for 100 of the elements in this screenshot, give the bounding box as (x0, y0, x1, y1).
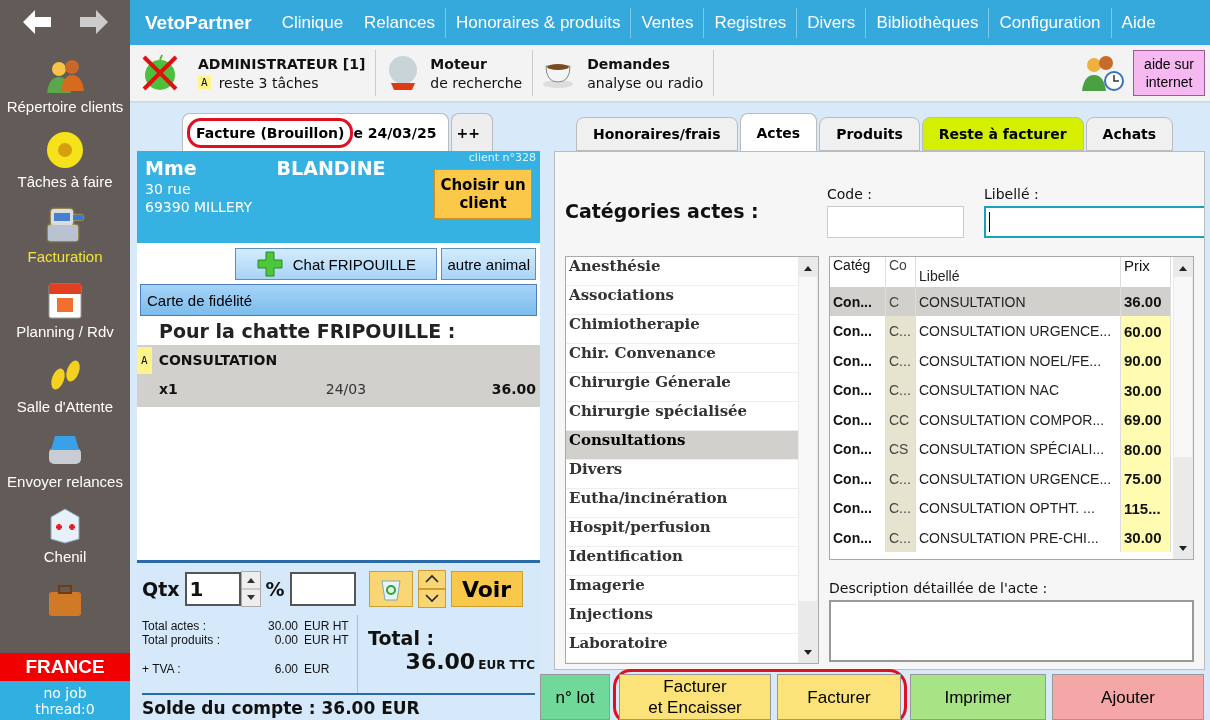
sidebar-item[interactable]: Répertoire clients (6, 55, 124, 122)
sidebar-item[interactable]: Salle d'Attente (16, 355, 114, 422)
table-row[interactable]: Con... C... CONSULTATION PRE-CHI... 30.00 (830, 522, 1173, 553)
categories-heading: Catégories actes : (565, 199, 760, 224)
line-quantity: x1 (159, 381, 178, 397)
percent-label: % (265, 578, 285, 600)
client-number: client n°328 (468, 151, 536, 164)
table-row[interactable]: Con... C... CONSULTATION NAC 30.00 (830, 375, 1173, 405)
sidebar-item[interactable]: Envoyer relances (7, 430, 123, 497)
section-tab[interactable]: Actes (739, 112, 818, 151)
scrollbar[interactable] (1173, 256, 1193, 559)
table-row[interactable]: Con... C CONSULTATION 36.00 (830, 286, 1173, 317)
task-badge: A (198, 76, 211, 89)
task-count: reste 3 tâches (218, 74, 319, 91)
back-arrow-icon[interactable] (22, 10, 51, 34)
line-date: 24/03 (325, 381, 367, 397)
client-address: 30 rue (145, 181, 192, 197)
help-online-button[interactable]: aide sur internet (1133, 50, 1205, 96)
label-field[interactable] (984, 205, 1204, 238)
animal-button[interactable]: Chat FRIPOUILLE (235, 248, 438, 280)
search-engine-title[interactable]: Moteur (430, 55, 523, 72)
app-brand: VetoPartner (145, 11, 252, 34)
line-amount: 36.00 (491, 381, 536, 397)
table-cell: Con... (830, 286, 886, 317)
column-header[interactable]: Catég (830, 256, 886, 287)
table-cell: CS (886, 434, 916, 464)
quantity-field[interactable]: 1 (184, 572, 241, 606)
total-unit: EUR (304, 662, 330, 676)
calendar-icon (45, 280, 85, 320)
table-row[interactable]: Con... C... CONSULTATION URGENCE... 60.00 (830, 316, 1173, 346)
total-unit: EUR HT (304, 633, 349, 647)
total-amount: 6.00 (273, 662, 298, 676)
loyalty-card-button[interactable]: Carte de fidélité (140, 284, 537, 316)
action-button[interactable]: Ajouter (1052, 674, 1204, 720)
grand-total-label: Total : (368, 627, 436, 649)
column-header[interactable]: Co (886, 256, 916, 287)
table-cell: 90.00 (1121, 345, 1171, 376)
table-cell: C... (886, 345, 916, 376)
description-label: Description détaillée de l'acte : (829, 579, 1049, 596)
total-label: Total produits : (142, 633, 222, 647)
table-cell: C... (886, 493, 916, 523)
table-cell: C... (886, 463, 916, 494)
line-badge: A (137, 346, 152, 374)
table-row[interactable]: Con... CS CONSULTATION SPÉCIALI... 80.00 (830, 434, 1173, 464)
section-tab[interactable]: Honoraires/frais (576, 116, 738, 151)
percent-field[interactable] (289, 572, 356, 606)
table-cell: 36.00 (1121, 286, 1171, 317)
grand-total-amount: 36.00 (405, 649, 476, 674)
recycle-bin-icon (379, 577, 402, 601)
code-field[interactable] (827, 205, 964, 238)
line-name: CONSULTATION (158, 352, 278, 368)
action-button[interactable]: Imprimer (910, 674, 1046, 720)
user-name: ADMINISTRATEUR [1] (198, 55, 366, 72)
code-label: Code : (827, 185, 873, 202)
flower-icon (45, 130, 85, 170)
label-field-label: Libellé : (984, 185, 1040, 202)
action-button[interactable]: Facturer (777, 674, 901, 720)
up-down-arrows-icon[interactable] (417, 570, 446, 608)
total-amount: 0.00 (273, 633, 298, 647)
table-cell: C (886, 286, 916, 317)
client-address: 69390 MILLERY (145, 199, 253, 215)
table-cell: C... (886, 522, 916, 553)
view-button[interactable]: Voir (450, 571, 523, 607)
search-engine-subtitle: de recherche (430, 74, 523, 91)
section-tab[interactable]: Achats (1085, 116, 1174, 151)
action-button[interactable]: n° lot (540, 674, 610, 720)
section-tab[interactable]: Reste à facturer (921, 116, 1084, 151)
section-tab[interactable]: Produits (819, 116, 920, 151)
requests-title[interactable]: Demandes (587, 55, 704, 72)
spinner-icon[interactable] (240, 571, 261, 607)
invoice-tab[interactable]: Facture (Brouillon) e 24/03/25 (182, 113, 450, 151)
category-item[interactable]: Consultations (566, 430, 798, 460)
table-cell: CONSULTATION (916, 286, 1121, 317)
table-row[interactable]: Con... CC CONSULTATION COMPOR... 69.00 (830, 404, 1173, 435)
users-clock-icon[interactable] (1081, 53, 1125, 93)
total-label: Total actes : (142, 619, 208, 633)
table-row[interactable]: Con... C... CONSULTATION OPTHT. ... 115... (830, 493, 1173, 523)
scrollbar[interactable] (798, 256, 818, 663)
sidebar-item[interactable]: Tâches à faire (17, 130, 113, 197)
forward-arrow-icon[interactable] (79, 10, 108, 34)
choose-client-button[interactable]: Choisir un client (434, 169, 532, 219)
grand-total-unit: EUR TTC (478, 658, 535, 672)
sidebar-item[interactable]: Chenil (43, 505, 87, 572)
description-field[interactable] (829, 599, 1194, 662)
total-label: + TVA : (142, 662, 182, 676)
invoice-tab[interactable]: ++ (451, 113, 493, 151)
table-row[interactable]: Con... C... CONSULTATION URGENCE... 75.00 (830, 463, 1173, 494)
table-cell: C... (886, 316, 916, 346)
sidebar-item[interactable]: Planning / Rdv (16, 280, 114, 347)
apple-crossed-icon[interactable] (140, 53, 180, 93)
account-balance: Solde du compte : 36.00 EUR (142, 697, 421, 718)
job-status: no job (43, 685, 87, 701)
table-row[interactable]: Con... C... CONSULTATION NOEL/FE... 90.00 (830, 345, 1173, 376)
sidebar-item[interactable]: Facturation (27, 205, 103, 272)
country-badge: FRANCE (0, 653, 130, 681)
table-cell: 60.00 (1121, 316, 1171, 346)
action-button[interactable]: Facturer et Encaisser (619, 674, 771, 720)
table-cell: CC (886, 404, 916, 435)
table-cell: C... (886, 375, 916, 405)
other-animal-button[interactable]: autre animal (441, 248, 536, 280)
